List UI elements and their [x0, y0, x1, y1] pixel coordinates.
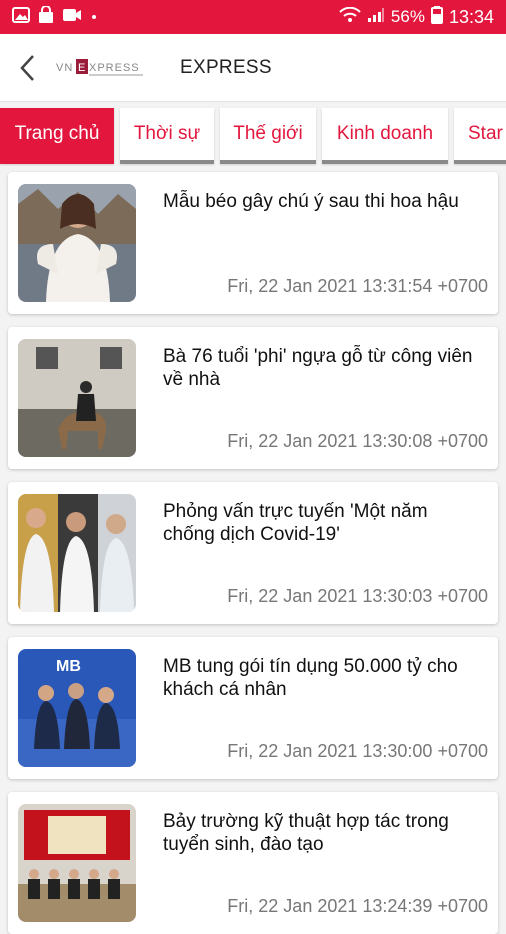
article-title: Mẫu béo gây chú ý sau thi hoa hậu	[163, 191, 459, 212]
svg-text:XPRESS: XPRESS	[89, 62, 140, 74]
article-thumbnail	[18, 339, 136, 457]
tab-kinh-doanh[interactable]: Kinh doanh	[322, 108, 448, 164]
image-icon	[12, 6, 30, 28]
category-tabs: Trang chủ Thời sự Thế giới Kinh doanh St…	[0, 104, 506, 166]
tab-thoi-su[interactable]: Thời sự	[120, 108, 214, 164]
article-card[interactable]: Bảy trường kỹ thuật hợp tác trong tuyển …	[8, 792, 498, 934]
back-button[interactable]	[0, 34, 56, 102]
article-card[interactable]: Phỏng vấn trực tuyến 'Một năm chống dịch…	[8, 482, 498, 624]
article-title: Bà 76 tuổi 'phi' ngựa gỗ từ công viên về…	[163, 346, 473, 390]
vnexpress-logo: VN E XPRESS	[56, 53, 148, 83]
article-title: Phỏng vấn trực tuyến 'Một năm chống dịch…	[163, 501, 428, 545]
svg-text:E: E	[78, 62, 85, 74]
article-card[interactable]: Bà 76 tuổi 'phi' ngựa gỗ từ công viên về…	[8, 327, 498, 469]
wifi-icon	[339, 6, 361, 28]
video-icon	[62, 8, 82, 27]
article-thumbnail	[18, 494, 136, 612]
tab-the-gioi[interactable]: Thế giới	[220, 108, 316, 164]
app-title: EXPRESS	[180, 56, 272, 78]
article-thumbnail	[18, 804, 136, 922]
status-bar: 56% 13:34	[0, 0, 506, 34]
bag-icon	[38, 4, 54, 29]
svg-text:VN: VN	[56, 62, 73, 74]
article-date: Fri, 22 Jan 2021 13:30:08 +0700	[227, 431, 488, 451]
tab-trang-chu[interactable]: Trang chủ	[0, 108, 114, 164]
article-card[interactable]: MB MB tung gói tín dụng 50.000 tỷ cho kh…	[8, 637, 498, 779]
article-title: Bảy trường kỹ thuật hợp tác trong tuyển …	[163, 811, 449, 855]
article-title: MB tung gói tín dụng 50.000 tỷ cho khách…	[163, 656, 458, 700]
article-thumbnail: MB	[18, 649, 136, 767]
chevron-left-icon	[20, 54, 34, 81]
article-date: Fri, 22 Jan 2021 13:30:03 +0700	[227, 586, 488, 606]
clock: 13:34	[448, 6, 494, 27]
battery-percent: 56%	[390, 7, 425, 26]
tab-star[interactable]: Star	[454, 108, 506, 164]
article-card[interactable]: Mẫu béo gây chú ý sau thi hoa hậu Fri, 2…	[8, 172, 498, 314]
battery-icon	[430, 5, 443, 29]
article-date: Fri, 22 Jan 2021 13:24:39 +0700	[227, 896, 488, 916]
article-thumbnail	[18, 184, 136, 302]
svg-text:MB: MB	[56, 658, 81, 675]
article-date: Fri, 22 Jan 2021 13:30:00 +0700	[227, 741, 488, 761]
signal-icon	[367, 7, 385, 28]
article-date: Fri, 22 Jan 2021 13:31:54 +0700	[227, 276, 488, 296]
app-bar: VN E XPRESS EXPRESS	[0, 34, 506, 102]
dot-icon	[90, 8, 98, 26]
